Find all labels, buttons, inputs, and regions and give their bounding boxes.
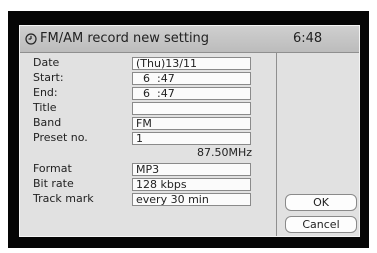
frequency-readout: 87.50MHz (196, 146, 252, 159)
start-label: Start: (33, 71, 64, 84)
end-time-field[interactable]: 6 :47 (132, 87, 251, 100)
record-setting-dialog: FM/AM record new setting 6:48 Date (Thu)… (19, 25, 360, 237)
preset-label: Preset no. (33, 131, 88, 144)
bitrate-label: Bit rate (33, 177, 74, 190)
page-title: FM/AM record new setting (40, 31, 210, 46)
format-field[interactable]: MP3 (132, 163, 251, 176)
clock-time: 6:48 (293, 31, 323, 46)
title-field[interactable] (132, 102, 251, 115)
date-field[interactable]: (Thu)13/11 (132, 57, 251, 70)
date-label: Date (33, 56, 60, 69)
format-label: Format (33, 162, 72, 175)
track-mark-label: Track mark (33, 192, 94, 205)
band-label: Band (33, 116, 62, 129)
bitrate-field[interactable]: 128 kbps (132, 178, 251, 191)
clock-icon (25, 33, 37, 45)
title-bar: FM/AM record new setting 6:48 (20, 26, 359, 53)
title-label: Title (33, 101, 57, 114)
cancel-button[interactable]: Cancel (285, 216, 357, 233)
ok-button[interactable]: OK (285, 194, 357, 211)
end-label: End: (33, 86, 58, 99)
band-field[interactable]: FM (132, 117, 251, 130)
start-time-field[interactable]: 6 :47 (132, 72, 251, 85)
preset-field[interactable]: 1 (132, 132, 251, 145)
panel-divider (276, 53, 277, 236)
track-mark-field[interactable]: every 30 min (132, 193, 251, 206)
